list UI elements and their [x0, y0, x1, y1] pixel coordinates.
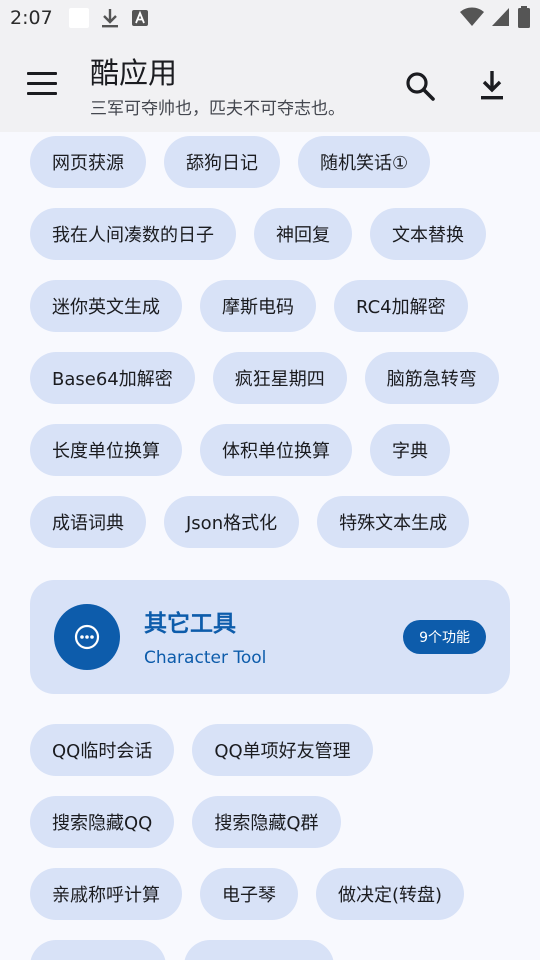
chip-cut-off[interactable]	[30, 940, 166, 960]
chip-relative-calc[interactable]: 亲戚称呼计算	[30, 868, 182, 920]
chip-idiom-dictionary[interactable]: 成语词典	[30, 496, 146, 548]
search-icon[interactable]	[404, 70, 436, 102]
chip-cut-off[interactable]	[184, 940, 334, 960]
chip-simp-diary[interactable]: 舔狗日记	[164, 136, 280, 188]
download-icon[interactable]	[476, 68, 508, 102]
app-bar: 酷应用 三军可夺帅也，匹夫不可夺志也。	[0, 36, 540, 132]
menu-icon[interactable]	[27, 72, 57, 96]
chip-base64[interactable]: Base64加解密	[30, 352, 195, 404]
chip-length-convert[interactable]: 长度单位换算	[30, 424, 182, 476]
chip-decision-wheel[interactable]: 做决定(转盘)	[316, 868, 465, 920]
category-subtitle: Character Tool	[144, 648, 267, 668]
chip-search-hidden-qq[interactable]: 搜索隐藏QQ	[30, 796, 175, 848]
chip-rc4[interactable]: RC4加解密	[334, 280, 468, 332]
notification-app-icon	[68, 8, 89, 28]
chip-brain-teaser[interactable]: 脑筋急转弯	[364, 352, 499, 404]
status-time: 2:07	[10, 7, 53, 29]
chip-search-hidden-group[interactable]: 搜索隐藏Q群	[192, 796, 341, 848]
chip-qq-temp-chat[interactable]: QQ临时会话	[30, 724, 175, 776]
tool-list[interactable]: 网页获源 舔狗日记 随机笑话① 我在人间凑数的日子 神回复 文本替换 迷你英文生…	[0, 132, 540, 960]
chip-qq-oneway-friends[interactable]: QQ单项好友管理	[192, 724, 373, 776]
signal-icon	[492, 7, 510, 31]
status-bar: 2:07	[0, 0, 540, 36]
chip-group-other-tools: QQ临时会话 QQ单项好友管理 搜索隐藏QQ 搜索隐藏Q群 亲戚称呼计算 电子琴…	[30, 724, 510, 960]
more-icon	[54, 604, 120, 670]
chip-mini-english[interactable]: 迷你英文生成	[30, 280, 182, 332]
chip-random-joke[interactable]: 随机笑话①	[298, 136, 431, 188]
chip-web-source[interactable]: 网页获源	[30, 136, 146, 188]
chip-electronic-piano[interactable]: 电子琴	[200, 868, 298, 920]
download-notification-icon	[101, 8, 119, 28]
a-notification-icon	[131, 9, 149, 27]
chip-god-reply[interactable]: 神回复	[254, 208, 352, 260]
page-title: 酷应用	[90, 56, 178, 90]
chip-volume-convert[interactable]: 体积单位换算	[200, 424, 352, 476]
battery-icon	[518, 6, 530, 32]
feature-count-badge: 9个功能	[403, 620, 486, 654]
chip-json-format[interactable]: Json格式化	[164, 496, 300, 548]
chip-morse-code[interactable]: 摩斯电码	[200, 280, 316, 332]
wifi-icon	[460, 7, 484, 31]
chip-group-top: 网页获源 舔狗日记 随机笑话① 我在人间凑数的日子 神回复 文本替换 迷你英文生…	[30, 136, 510, 548]
page-subtitle: 三军可夺帅也，匹夫不可夺志也。	[90, 99, 345, 119]
chip-text-replace[interactable]: 文本替换	[370, 208, 486, 260]
chip-special-text[interactable]: 特殊文本生成	[317, 496, 470, 548]
category-card-other-tools[interactable]: 其它工具 Character Tool 9个功能	[30, 580, 510, 694]
chip-crazy-thursday[interactable]: 疯狂星期四	[212, 352, 347, 404]
chip-human-days[interactable]: 我在人间凑数的日子	[30, 208, 236, 260]
chip-dictionary[interactable]: 字典	[370, 424, 450, 476]
category-title: 其它工具	[144, 611, 236, 637]
